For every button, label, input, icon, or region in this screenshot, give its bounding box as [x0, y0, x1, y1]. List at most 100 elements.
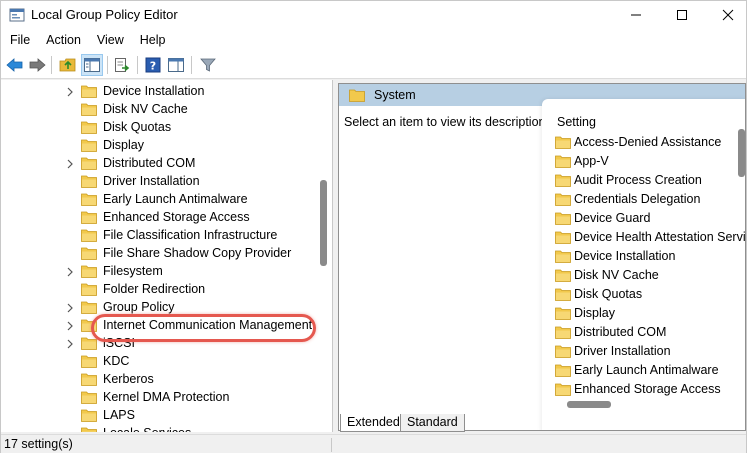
forward-button[interactable]	[26, 54, 48, 76]
tree-item-label: Disk Quotas	[103, 120, 172, 134]
title-bar[interactable]: Local Group Policy Editor	[1, 1, 746, 29]
up-one-level-button[interactable]	[57, 54, 79, 76]
toolbar-separator	[137, 56, 138, 74]
setting-item-label: Distributed COM	[574, 325, 667, 339]
tree-item[interactable]: Device Installation	[1, 83, 316, 101]
tree-item[interactable]: Distributed COM	[1, 155, 316, 173]
toolbar-separator	[191, 56, 192, 74]
settings-scroll-thumb[interactable]	[738, 129, 745, 177]
console-tree[interactable]: Device Installation Disk NV Cache Disk Quo…	[1, 80, 333, 432]
view-tabs: Extended Standard	[338, 414, 746, 432]
tree-item[interactable]: Display	[1, 137, 316, 155]
setting-item[interactable]: Device Health Attestation Service	[553, 228, 745, 246]
chevron-right-icon[interactable]	[65, 338, 75, 350]
properties-button[interactable]	[165, 54, 187, 76]
setting-item[interactable]: Driver Installation	[553, 342, 745, 360]
close-button[interactable]	[705, 1, 747, 29]
setting-item-label: Disk Quotas	[574, 287, 643, 301]
setting-item[interactable]: Disk NV Cache	[553, 266, 745, 284]
setting-item-label: Access-Denied Assistance	[574, 135, 722, 149]
maximize-button[interactable]	[659, 1, 705, 29]
show-hide-console-tree-button[interactable]	[81, 54, 103, 76]
menu-help[interactable]: Help	[131, 29, 173, 51]
forward-arrow-icon	[29, 58, 46, 72]
menu-view[interactable]: View	[88, 29, 131, 51]
tree-item-label: iSCSI	[103, 336, 135, 350]
folder-icon	[81, 391, 97, 404]
tree-item[interactable]: File Classification Infrastructure	[1, 227, 316, 245]
toolbar-separator	[107, 56, 108, 74]
folder-icon	[81, 265, 97, 278]
setting-item[interactable]: Disk Quotas	[553, 285, 745, 303]
chevron-right-icon[interactable]	[65, 158, 75, 170]
tree-item[interactable]: Enhanced Storage Access	[1, 209, 316, 227]
filter-funnel-icon	[200, 58, 216, 72]
folder-icon	[349, 89, 365, 102]
minimize-button[interactable]	[613, 1, 659, 29]
folder-icon	[555, 136, 571, 149]
setting-item[interactable]: Distributed COM	[553, 323, 745, 341]
tree-item[interactable]: Folder Redirection	[1, 281, 316, 299]
tree-item[interactable]: File Share Shadow Copy Provider	[1, 245, 316, 263]
folder-icon	[81, 337, 97, 350]
tree-item[interactable]: Disk Quotas	[1, 119, 316, 137]
tree-item[interactable]: Filesystem	[1, 263, 316, 281]
tree-item[interactable]: Driver Installation	[1, 173, 316, 191]
chevron-right-icon[interactable]	[65, 320, 75, 332]
tree-item[interactable]: Early Launch Antimalware	[1, 191, 316, 209]
folder-icon	[555, 155, 571, 168]
tree-item-label: Driver Installation	[103, 174, 200, 188]
tree-vertical-scrollbar[interactable]	[316, 80, 332, 432]
tree-item[interactable]: Group Policy	[1, 299, 316, 317]
menu-file[interactable]: File	[1, 29, 37, 51]
settings-horizontal-scroll-thumb[interactable]	[567, 401, 611, 408]
folder-icon	[81, 427, 97, 432]
status-separator	[331, 438, 332, 452]
setting-item[interactable]: Device Installation	[553, 247, 745, 265]
settings-vertical-scrollbar[interactable]	[735, 99, 745, 399]
folder-icon	[555, 269, 571, 282]
tree-item[interactable]: LAPS	[1, 407, 316, 425]
setting-item[interactable]: Access-Denied Assistance	[553, 133, 745, 151]
export-list-button[interactable]	[111, 54, 133, 76]
status-bar: 17 setting(s)	[1, 434, 746, 453]
tree-item[interactable]: Kerberos	[1, 371, 316, 389]
status-text: 17 setting(s)	[4, 437, 73, 451]
menu-bar: File Action View Help	[1, 29, 746, 51]
back-button[interactable]	[4, 54, 26, 76]
close-icon	[722, 9, 734, 21]
setting-item[interactable]: Display	[553, 304, 745, 322]
folder-icon	[555, 383, 571, 396]
setting-item[interactable]: Enhanced Storage Access	[553, 380, 745, 398]
tab-extended[interactable]: Extended	[340, 414, 407, 432]
column-header-setting[interactable]: Setting	[557, 115, 596, 129]
details-header-title: System	[374, 88, 416, 102]
tree-item[interactable]: KDC	[1, 353, 316, 371]
chevron-right-icon[interactable]	[65, 86, 75, 98]
settings-list[interactable]: Setting Access-Denied Assistance App-V Aud…	[542, 99, 745, 430]
minimize-icon	[631, 14, 641, 16]
tree-item[interactable]: Kernel DMA Protection	[1, 389, 316, 407]
chevron-right-icon[interactable]	[65, 302, 75, 314]
tab-standard[interactable]: Standard	[400, 414, 465, 432]
folder-icon	[81, 193, 97, 206]
tree-item[interactable]: Internet Communication Management	[1, 317, 316, 335]
setting-item-label: Driver Installation	[574, 344, 671, 358]
setting-item[interactable]: App-V	[553, 152, 745, 170]
tree-item-label: Early Launch Antimalware	[103, 192, 248, 206]
setting-item[interactable]: Device Guard	[553, 209, 745, 227]
folder-icon	[81, 247, 97, 260]
help-button[interactable]: ?	[142, 54, 164, 76]
setting-item[interactable]: Early Launch Antimalware	[553, 361, 745, 379]
tree-item-label: Display	[103, 138, 144, 152]
chevron-right-icon[interactable]	[65, 266, 75, 278]
folder-icon	[81, 301, 97, 314]
menu-action[interactable]: Action	[37, 29, 88, 51]
setting-item[interactable]: Audit Process Creation	[553, 171, 745, 189]
tree-item[interactable]: iSCSI	[1, 335, 316, 353]
filter-button[interactable]	[197, 54, 219, 76]
tree-item[interactable]: Disk NV Cache	[1, 101, 316, 119]
tree-scroll-thumb[interactable]	[320, 180, 327, 266]
tree-item[interactable]: Locale Services	[1, 425, 316, 432]
setting-item[interactable]: Credentials Delegation	[553, 190, 745, 208]
